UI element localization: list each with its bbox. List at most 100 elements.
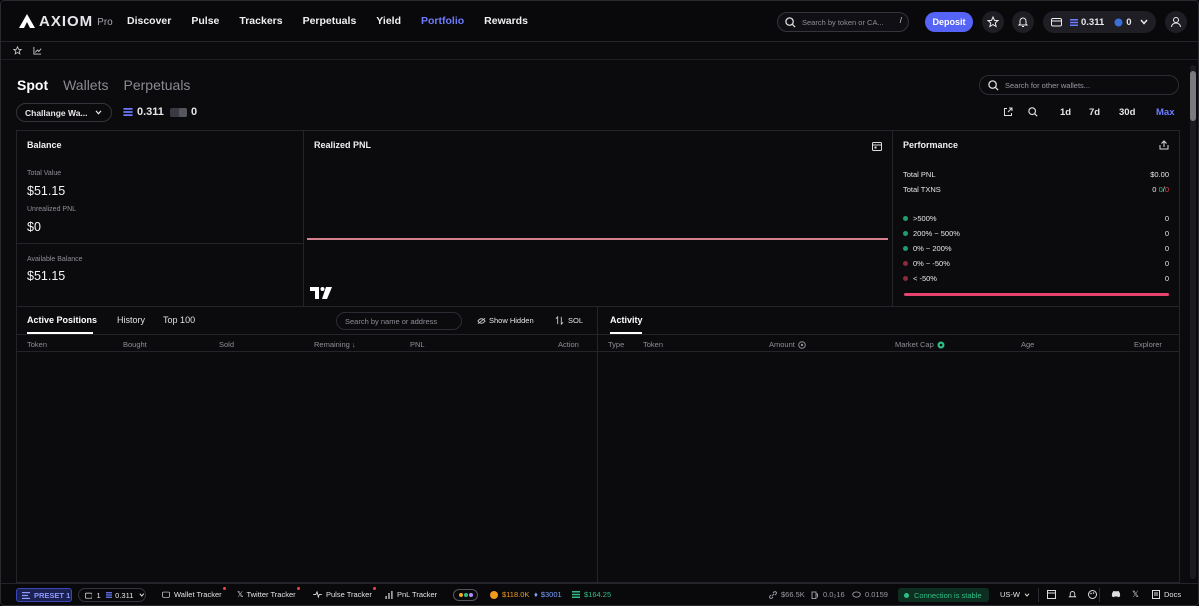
account-button[interactable] bbox=[1165, 11, 1187, 33]
calendar-icon[interactable] bbox=[872, 141, 882, 151]
bucket-value: 0 bbox=[1164, 229, 1169, 238]
positions-search-input[interactable]: Search by name or address bbox=[336, 312, 462, 330]
activity-tab-underline bbox=[610, 332, 642, 334]
col-remaining[interactable]: Remaining ↓ bbox=[314, 340, 356, 349]
external-link-icon[interactable] bbox=[1003, 107, 1013, 117]
sol-balance-value: 0.311 bbox=[137, 106, 164, 118]
notifications-button[interactable] bbox=[1012, 11, 1034, 33]
tab-active-positions[interactable]: Active Positions bbox=[27, 315, 97, 325]
timeframe-7d[interactable]: 7d bbox=[1089, 107, 1100, 118]
eth-price: ♦ $3001 bbox=[534, 590, 562, 599]
logo[interactable]: AXIOM Pro bbox=[19, 13, 117, 30]
wallet-icon bbox=[1051, 18, 1062, 27]
usd-balance: 0 bbox=[170, 106, 197, 118]
available-balance-label: Available Balance bbox=[27, 256, 83, 263]
nav-yield[interactable]: Yield bbox=[376, 15, 401, 27]
show-hidden-toggle[interactable]: Show Hidden bbox=[477, 316, 534, 325]
nav-portfolio[interactable]: Portfolio bbox=[421, 15, 464, 27]
nav-discover[interactable]: Discover bbox=[127, 15, 171, 27]
bell-icon[interactable] bbox=[1068, 590, 1077, 599]
activity-panel bbox=[597, 306, 1180, 583]
wallet-select[interactable]: Challange Wa... bbox=[16, 103, 112, 122]
wallet-pill-other: 0 bbox=[1126, 16, 1132, 28]
wallet-search-input[interactable]: Search for other wallets... bbox=[979, 75, 1179, 95]
scrollbar-thumb[interactable] bbox=[1190, 71, 1196, 121]
page-scrollbar[interactable] bbox=[1190, 65, 1196, 579]
share-icon[interactable] bbox=[1159, 140, 1169, 150]
star-icon bbox=[987, 16, 999, 28]
region-select[interactable]: US-W bbox=[1000, 590, 1030, 599]
pulse-tracker-button[interactable]: Pulse Tracker bbox=[313, 587, 376, 599]
search-icon[interactable] bbox=[1028, 107, 1038, 117]
col-amount-label: Amount bbox=[769, 340, 795, 349]
timeframe-max[interactable]: Max bbox=[1156, 107, 1174, 118]
col-sold: Sold bbox=[219, 340, 235, 349]
docs-link[interactable]: Docs bbox=[1152, 590, 1181, 599]
chain-selector[interactable] bbox=[453, 589, 478, 601]
chart-line-icon[interactable] bbox=[33, 46, 42, 55]
watchlist-button[interactable] bbox=[982, 11, 1004, 33]
sort-down-icon: ↓ bbox=[351, 340, 356, 349]
nav-perpetuals[interactable]: Perpetuals bbox=[303, 15, 357, 27]
total-txns-label: Total TXNS bbox=[903, 185, 941, 194]
col-market-cap[interactable]: Market Cap bbox=[895, 340, 945, 349]
tab-perpetuals[interactable]: Perpetuals bbox=[124, 77, 191, 93]
layout-icon[interactable] bbox=[1047, 590, 1056, 599]
eth-price-value: $3001 bbox=[540, 590, 562, 599]
col-age: Age bbox=[1021, 340, 1035, 349]
pnl-tracker-button[interactable]: PnL Tracker bbox=[385, 590, 437, 599]
connection-status-label: Connection is stable bbox=[914, 590, 982, 600]
wallet-balance-pill[interactable]: 0.311 0 bbox=[1043, 11, 1156, 33]
performance-bucket-row: 200% ~ 500% 0 bbox=[903, 229, 1169, 238]
activity-header-divider bbox=[597, 351, 1180, 352]
deposit-button[interactable]: Deposit bbox=[925, 12, 973, 32]
nav-pulse[interactable]: Pulse bbox=[191, 15, 219, 27]
performance-distribution-bar bbox=[904, 293, 1169, 296]
footer-wallet-select[interactable]: 1 0.311 bbox=[78, 588, 146, 602]
discord-icon[interactable] bbox=[1111, 590, 1121, 598]
total-value-label: Total Value bbox=[27, 170, 62, 177]
bucket-dot-icon bbox=[903, 216, 908, 221]
timeframe-1d[interactable]: 1d bbox=[1060, 107, 1071, 118]
performance-bucket-row: 0% ~ 200% 0 bbox=[903, 244, 1169, 253]
tab-spot[interactable]: Spot bbox=[17, 77, 48, 93]
currency-toggle[interactable]: SOL bbox=[555, 316, 583, 325]
tradingview-logo-icon bbox=[310, 287, 332, 299]
logo-pro-label: Pro bbox=[97, 17, 113, 28]
x-social-icon[interactable]: 𝕏 bbox=[1132, 589, 1139, 600]
axiom-logo-icon bbox=[19, 14, 35, 28]
tab-activity[interactable]: Activity bbox=[610, 315, 643, 325]
balance-divider bbox=[16, 243, 304, 244]
timeframe-30d[interactable]: 30d bbox=[1119, 107, 1135, 118]
col-amount[interactable]: Amount bbox=[769, 340, 806, 349]
bucket-dot-icon bbox=[903, 231, 908, 236]
footer-stat-fee-value: 0.0₂16 bbox=[823, 590, 845, 599]
search-shortcut: / bbox=[899, 16, 902, 25]
eth-dot-icon bbox=[468, 593, 473, 597]
col-activity-token: Token bbox=[643, 340, 664, 349]
twitter-tracker-button[interactable]: 𝕏 Twitter Tracker bbox=[237, 587, 300, 599]
bucket-label: < -50% bbox=[913, 274, 937, 283]
unrealized-pnl-label: Unrealized PNL bbox=[27, 206, 77, 213]
palette-icon[interactable] bbox=[1088, 590, 1097, 599]
coins-icon bbox=[852, 591, 861, 598]
docs-label: Docs bbox=[1164, 590, 1182, 599]
tab-history[interactable]: History bbox=[117, 315, 145, 325]
bucket-dot-icon bbox=[903, 276, 908, 281]
tab-wallets[interactable]: Wallets bbox=[63, 77, 108, 93]
token-search-input[interactable]: Search by token or CA... / bbox=[777, 12, 909, 32]
star-outline-icon[interactable] bbox=[13, 46, 22, 55]
preset-button[interactable]: PRESET 1 bbox=[16, 588, 72, 602]
chevron-down-icon bbox=[1140, 19, 1148, 25]
positions-tabs: Active Positions History Top 100 bbox=[27, 315, 195, 325]
currency-circle-icon bbox=[798, 340, 806, 349]
footer-divider bbox=[1038, 588, 1039, 602]
footer-stat-fee: 0.0₂16 bbox=[811, 590, 845, 599]
sol-dot-icon bbox=[463, 593, 468, 597]
total-pnl-value: $0.00 bbox=[1150, 170, 1169, 179]
nav-rewards[interactable]: Rewards bbox=[484, 15, 528, 27]
bar-chart-icon bbox=[385, 590, 393, 599]
tab-top-100[interactable]: Top 100 bbox=[163, 315, 195, 325]
wallet-tracker-button[interactable]: Wallet Tracker bbox=[162, 587, 226, 599]
nav-trackers[interactable]: Trackers bbox=[239, 15, 282, 27]
